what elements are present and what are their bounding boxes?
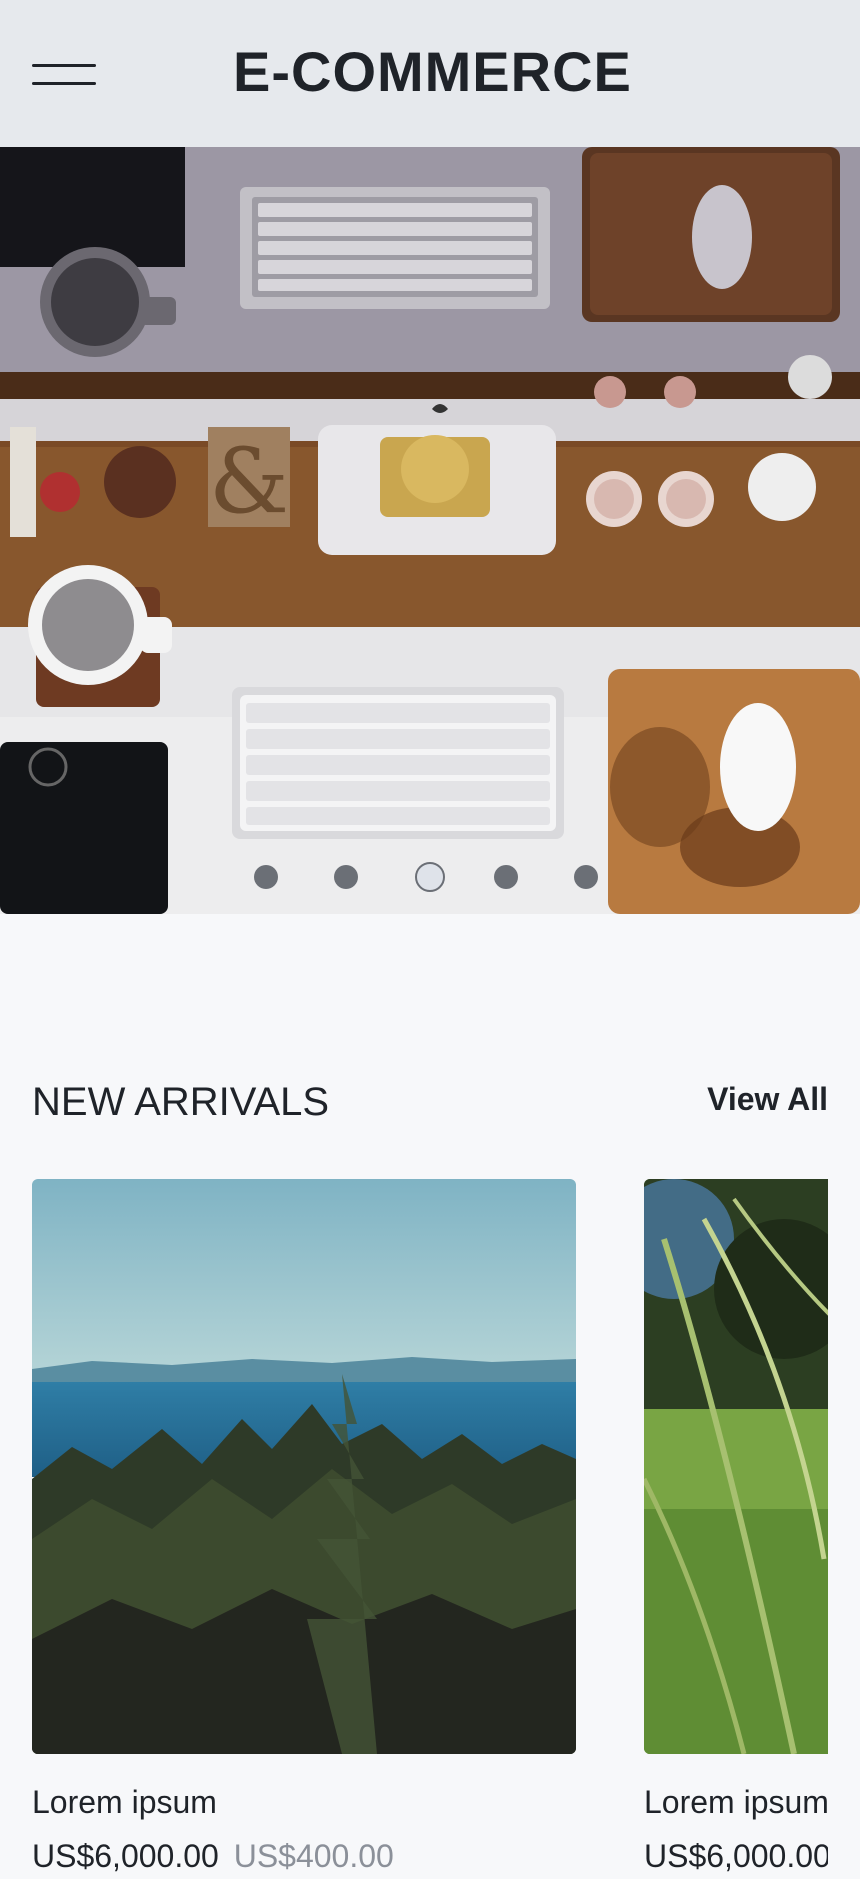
product-name[interactable]: Lorem ipsum (644, 1782, 828, 1822)
product-prices: US$6,000.00 US$400.00 (32, 1836, 576, 1876)
view-all-link[interactable]: View All (707, 1077, 828, 1121)
hero-desk-image: & (0, 147, 860, 914)
product-name[interactable]: Lorem ipsum (32, 1782, 576, 1822)
product-image[interactable] (32, 1179, 576, 1754)
hamburger-menu-icon[interactable] (32, 64, 96, 88)
top-header: E-COMMERCE (0, 0, 860, 147)
new-arrivals-title: NEW ARRIVALS (32, 1080, 330, 1124)
menu-bar-top (32, 64, 96, 67)
menu-bar-bottom (32, 82, 96, 85)
hero-carousel[interactable]: & (0, 147, 860, 914)
product-card[interactable]: Lorem ipsum US$6,000.00 (644, 1179, 828, 1876)
svg-text:&: & (209, 429, 289, 534)
carousel-dot-3[interactable] (415, 862, 445, 892)
lake-forest-photo (32, 1179, 576, 1754)
product-card[interactable]: Lorem ipsum US$6,000.00 US$400.00 (32, 1179, 576, 1876)
product-prices: US$6,000.00 (644, 1836, 828, 1876)
brand-title[interactable]: E-COMMERCE (233, 40, 632, 104)
product-old-price: US$400.00 (233, 1838, 394, 1874)
carousel-dot-5[interactable] (574, 865, 598, 889)
product-image[interactable] (644, 1179, 828, 1754)
product-price: US$6,000.00 (644, 1838, 828, 1874)
carousel-dot-4[interactable] (494, 865, 518, 889)
carousel-dot-1[interactable] (254, 865, 278, 889)
product-price: US$6,000.00 (32, 1838, 219, 1874)
carousel-dot-2[interactable] (334, 865, 358, 889)
new-arrivals-carousel[interactable]: Lorem ipsum US$6,000.00 US$400.00 Lorem … (32, 1179, 828, 1879)
grass-field-photo (644, 1179, 828, 1754)
carousel-indicators (0, 860, 860, 894)
